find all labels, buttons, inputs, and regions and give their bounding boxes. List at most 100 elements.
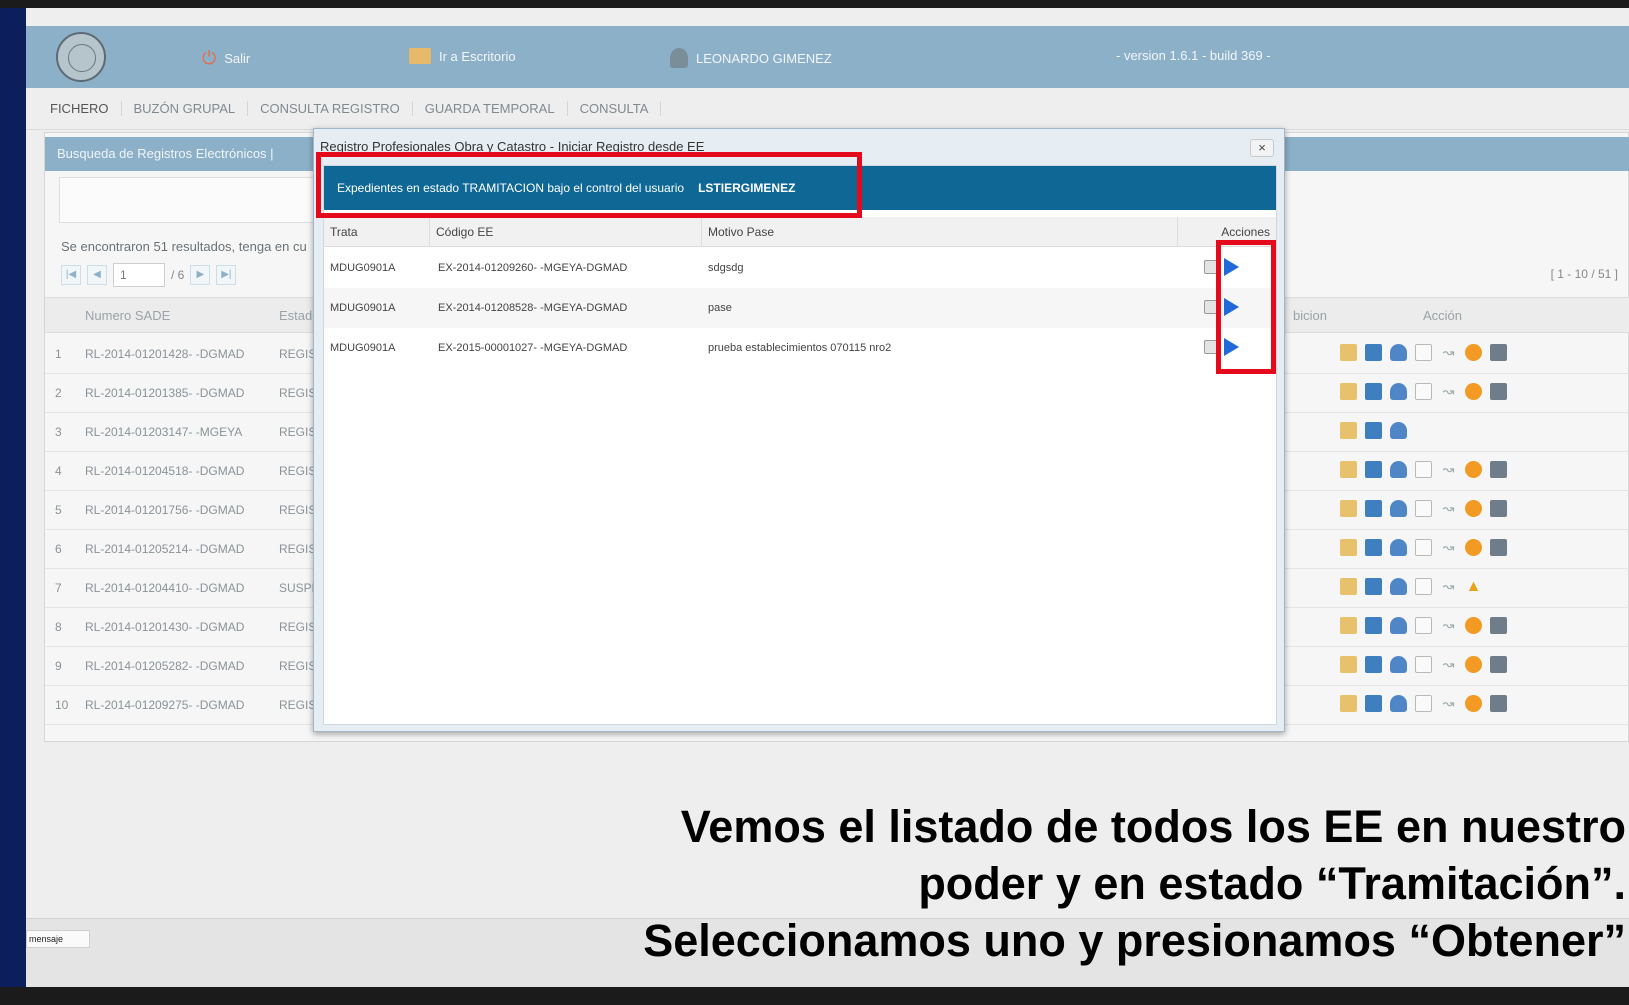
document-icon[interactable] xyxy=(1365,461,1382,478)
stop-icon[interactable] xyxy=(1465,539,1482,556)
next-page-button[interactable]: ▶ xyxy=(190,265,211,285)
estado: REGIS xyxy=(279,503,315,517)
print-icon[interactable] xyxy=(1490,500,1507,517)
print-icon[interactable] xyxy=(1490,539,1507,556)
users-icon[interactable] xyxy=(1390,383,1407,400)
stop-icon[interactable] xyxy=(1465,500,1482,517)
folder-icon[interactable] xyxy=(1340,695,1357,712)
page-icon[interactable] xyxy=(1415,500,1432,517)
tab-consulta-registro[interactable]: CONSULTA REGISTRO xyxy=(248,101,413,116)
forward-icon[interactable]: ↝ xyxy=(1440,461,1457,478)
stop-icon[interactable] xyxy=(1465,461,1482,478)
users-icon[interactable] xyxy=(1390,578,1407,595)
stop-icon[interactable] xyxy=(1465,344,1482,361)
document-icon[interactable] xyxy=(1365,344,1382,361)
page-icon[interactable] xyxy=(1415,617,1432,634)
users-icon[interactable] xyxy=(1390,500,1407,517)
desk-link[interactable]: Ir a Escritorio xyxy=(409,48,516,64)
document-icon[interactable] xyxy=(1365,383,1382,400)
folder-icon[interactable] xyxy=(1340,617,1357,634)
document-icon[interactable] xyxy=(1365,500,1382,517)
folder-icon xyxy=(409,48,431,64)
document-icon[interactable] xyxy=(1365,578,1382,595)
folder-icon[interactable] xyxy=(1340,539,1357,556)
users-icon[interactable] xyxy=(1390,656,1407,673)
forward-icon[interactable]: ↝ xyxy=(1440,539,1457,556)
folder-icon[interactable] xyxy=(1340,656,1357,673)
stop-icon[interactable] xyxy=(1465,656,1482,673)
stop-icon[interactable] xyxy=(1465,617,1482,634)
page-input[interactable]: 1 xyxy=(113,263,165,287)
document-icon[interactable] xyxy=(1365,695,1382,712)
estado: REGIS xyxy=(279,347,315,361)
users-icon[interactable] xyxy=(1390,539,1407,556)
numero-sade: RL-2014-01205214- -DGMAD xyxy=(85,542,245,556)
user-info: LEONARDO GIMENEZ xyxy=(670,48,832,68)
folder-icon[interactable] xyxy=(1340,578,1357,595)
forward-icon[interactable]: ↝ xyxy=(1440,617,1457,634)
print-icon[interactable] xyxy=(1490,695,1507,712)
trata-cell: MDUG0901A xyxy=(330,342,396,354)
row-actions: ↝ ▲ xyxy=(1340,578,1482,595)
forward-icon[interactable]: ↝ xyxy=(1440,656,1457,673)
caption-line-3: Seleccionamos uno y presionamos “Obtener… xyxy=(643,915,1626,966)
page-icon[interactable] xyxy=(1415,578,1432,595)
row-number: 1 xyxy=(55,347,62,361)
row-actions: ↝ xyxy=(1340,500,1507,517)
highlight-banner xyxy=(316,152,862,218)
tutorial-caption: Vemos el listado de todos los EE en nues… xyxy=(226,798,1626,969)
users-icon[interactable] xyxy=(1390,617,1407,634)
page-icon[interactable] xyxy=(1415,695,1432,712)
forward-icon[interactable]: ↝ xyxy=(1440,695,1457,712)
document-icon[interactable] xyxy=(1365,617,1382,634)
page-icon[interactable] xyxy=(1415,344,1432,361)
page-icon[interactable] xyxy=(1415,656,1432,673)
print-icon[interactable] xyxy=(1490,383,1507,400)
print-icon[interactable] xyxy=(1490,617,1507,634)
estado: REGIS xyxy=(279,542,315,556)
page-icon[interactable] xyxy=(1415,383,1432,400)
estado: REGIS xyxy=(279,425,315,439)
top-header: ⏻ Salir Ir a Escritorio LEONARDO GIMENEZ… xyxy=(26,26,1629,88)
table-row[interactable]: MDUG0901A EX-2015-00001027- -MGEYA-DGMAD p… xyxy=(324,328,1276,368)
tab-consulta[interactable]: CONSULTA xyxy=(568,101,662,116)
motivo-pase-cell: pase xyxy=(708,302,732,314)
document-icon[interactable] xyxy=(1365,656,1382,673)
folder-icon[interactable] xyxy=(1340,422,1357,439)
users-icon[interactable] xyxy=(1390,461,1407,478)
logout-link[interactable]: ⏻ Salir xyxy=(202,48,250,69)
last-page-button[interactable]: ▶| xyxy=(216,265,237,285)
table-row[interactable]: MDUG0901A EX-2014-01209260- -MGEYA-DGMAD s… xyxy=(324,248,1276,288)
print-icon[interactable] xyxy=(1490,461,1507,478)
print-icon[interactable] xyxy=(1490,344,1507,361)
motivo-pase-cell: sdgsdg xyxy=(708,262,744,274)
users-icon[interactable] xyxy=(1390,695,1407,712)
forward-icon[interactable]: ↝ xyxy=(1440,383,1457,400)
first-page-button[interactable]: |◀ xyxy=(61,265,81,285)
folder-icon[interactable] xyxy=(1340,383,1357,400)
page-icon[interactable] xyxy=(1415,461,1432,478)
forward-icon[interactable]: ↝ xyxy=(1440,578,1457,595)
document-icon[interactable] xyxy=(1365,539,1382,556)
page-icon[interactable] xyxy=(1415,539,1432,556)
tab-guarda-temporal[interactable]: GUARDA TEMPORAL xyxy=(413,101,568,116)
row-actions: ↝ xyxy=(1340,656,1507,673)
search-box[interactable] xyxy=(59,177,339,223)
folder-icon[interactable] xyxy=(1340,461,1357,478)
forward-icon[interactable]: ↝ xyxy=(1440,344,1457,361)
prev-page-button[interactable]: ◀ xyxy=(87,265,107,285)
users-icon[interactable] xyxy=(1390,422,1407,439)
document-icon[interactable] xyxy=(1365,422,1382,439)
close-button[interactable]: × xyxy=(1250,139,1274,157)
table-row[interactable]: MDUG0901A EX-2014-01208528- -MGEYA-DGMAD p… xyxy=(324,288,1276,328)
stop-icon[interactable] xyxy=(1465,383,1482,400)
folder-icon[interactable] xyxy=(1340,500,1357,517)
folder-icon[interactable] xyxy=(1340,344,1357,361)
warning-icon[interactable]: ▲ xyxy=(1465,578,1482,595)
print-icon[interactable] xyxy=(1490,656,1507,673)
forward-icon[interactable]: ↝ xyxy=(1440,500,1457,517)
tab-buzon-grupal[interactable]: BUZÓN GRUPAL xyxy=(122,101,249,116)
tab-fichero[interactable]: FICHERO xyxy=(38,101,122,116)
stop-icon[interactable] xyxy=(1465,695,1482,712)
users-icon[interactable] xyxy=(1390,344,1407,361)
